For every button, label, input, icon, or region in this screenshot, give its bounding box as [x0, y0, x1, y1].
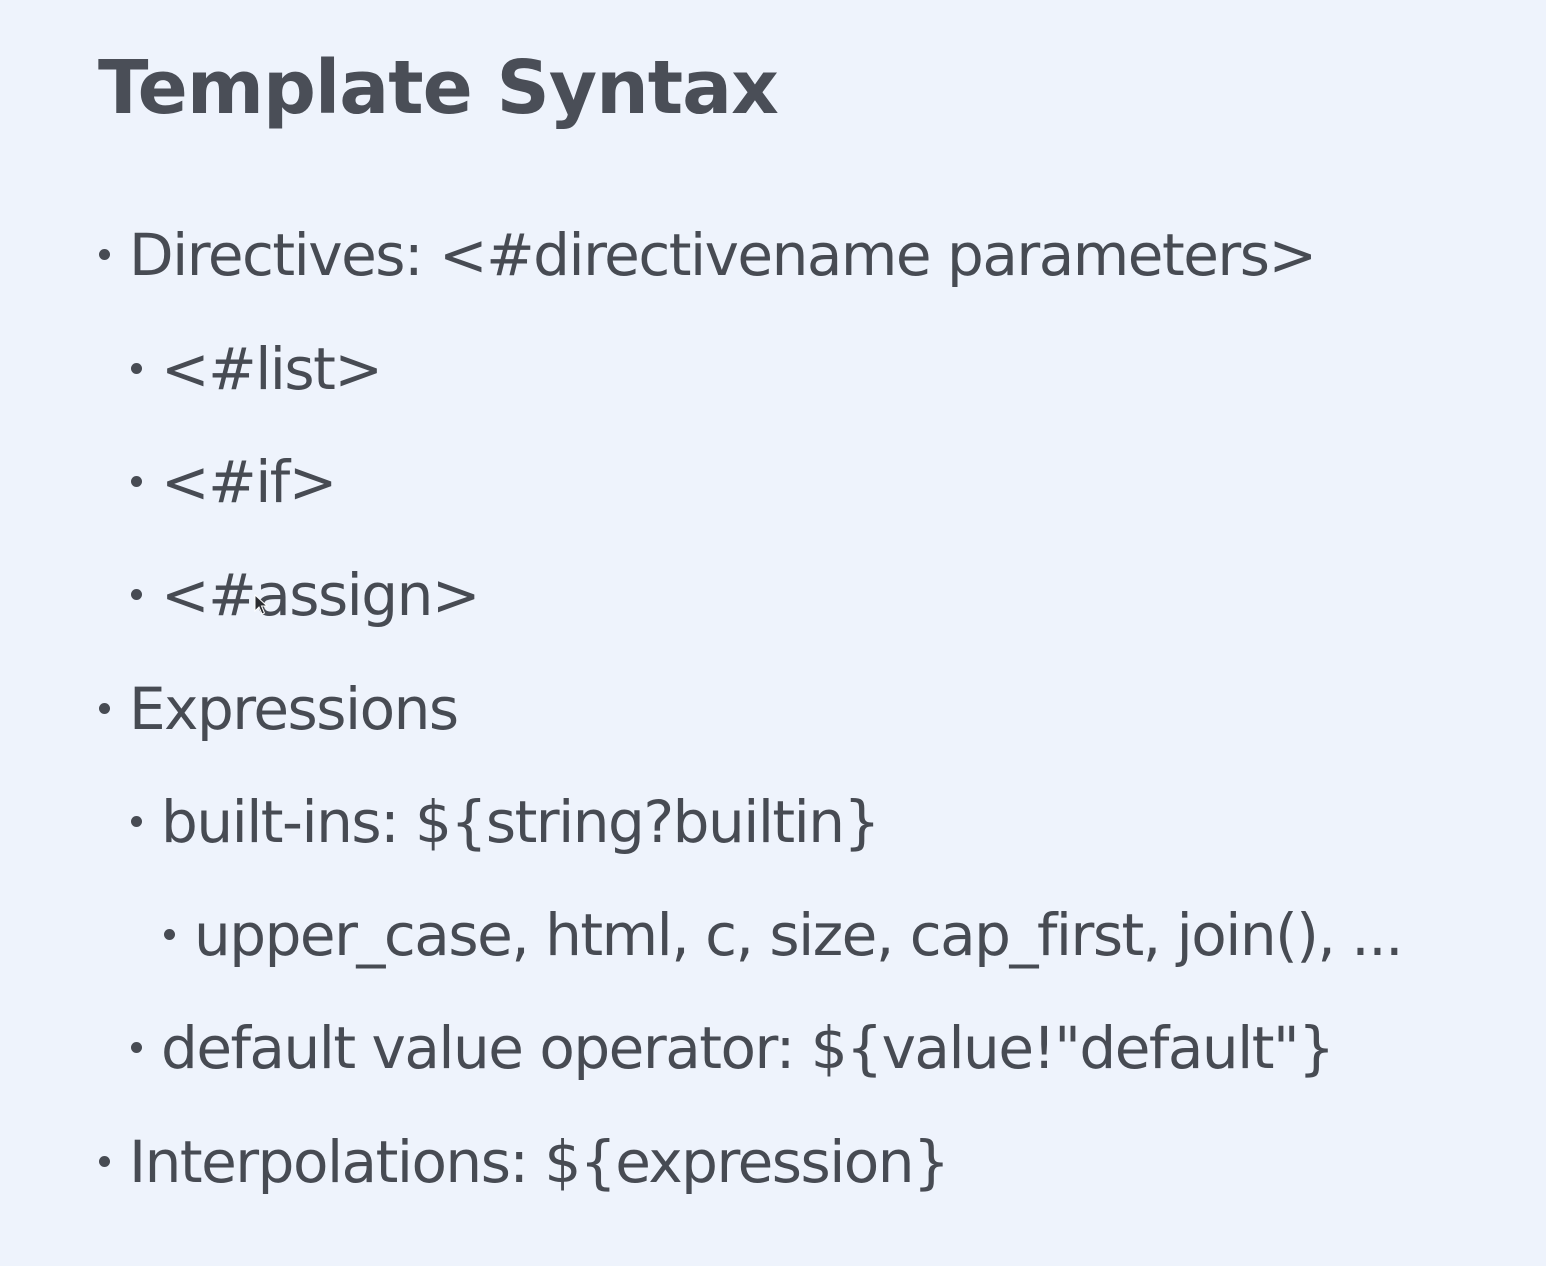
- mouse-cursor-icon: [254, 594, 268, 615]
- bullet-text: <#assign>: [161, 561, 480, 629]
- bullet-dot-icon: [164, 929, 175, 941]
- bullet-dot-icon: [99, 703, 110, 715]
- bullet-dot-icon: [99, 1156, 110, 1168]
- bullet-interpolations: Interpolations: ${expression}: [99, 1127, 950, 1197]
- bullet-text: built-ins: ${string?builtin}: [161, 788, 880, 856]
- slide-title: Template Syntax: [98, 45, 779, 131]
- bullet-text: upper_case, html, c, size, cap_first, jo…: [194, 901, 1404, 969]
- bullet-text: Interpolations: ${expression}: [129, 1128, 950, 1196]
- bullet-dot-icon: [131, 476, 142, 488]
- bullet-dot-icon: [131, 1042, 142, 1054]
- bullet-dot-icon: [131, 363, 142, 375]
- bullet-directives: Directives: <#directivename parameters>: [99, 220, 1317, 290]
- bullet-dot-icon: [99, 249, 110, 261]
- bullet-built-ins: built-ins: ${string?builtin}: [131, 787, 880, 857]
- bullet-dot-icon: [131, 589, 142, 601]
- bullet-if-directive: <#if>: [131, 447, 337, 517]
- bullet-text: <#if>: [161, 448, 337, 516]
- bullet-list-directive: <#list>: [131, 334, 383, 404]
- bullet-text: Directives: <#directivename parameters>: [129, 221, 1317, 289]
- bullet-text: default value operator: ${value!"default…: [161, 1014, 1335, 1082]
- bullet-assign-directive: <#assign>: [131, 560, 480, 630]
- bullet-text: Expressions: [129, 675, 459, 743]
- bullet-text: <#list>: [161, 335, 383, 403]
- bullet-expressions: Expressions: [99, 674, 459, 744]
- slide: Template Syntax Directives: <#directiven…: [0, 0, 1546, 1266]
- bullet-dot-icon: [131, 816, 142, 828]
- bullet-builtin-examples: upper_case, html, c, size, cap_first, jo…: [164, 900, 1404, 970]
- bullet-default-value-operator: default value operator: ${value!"default…: [131, 1013, 1335, 1083]
